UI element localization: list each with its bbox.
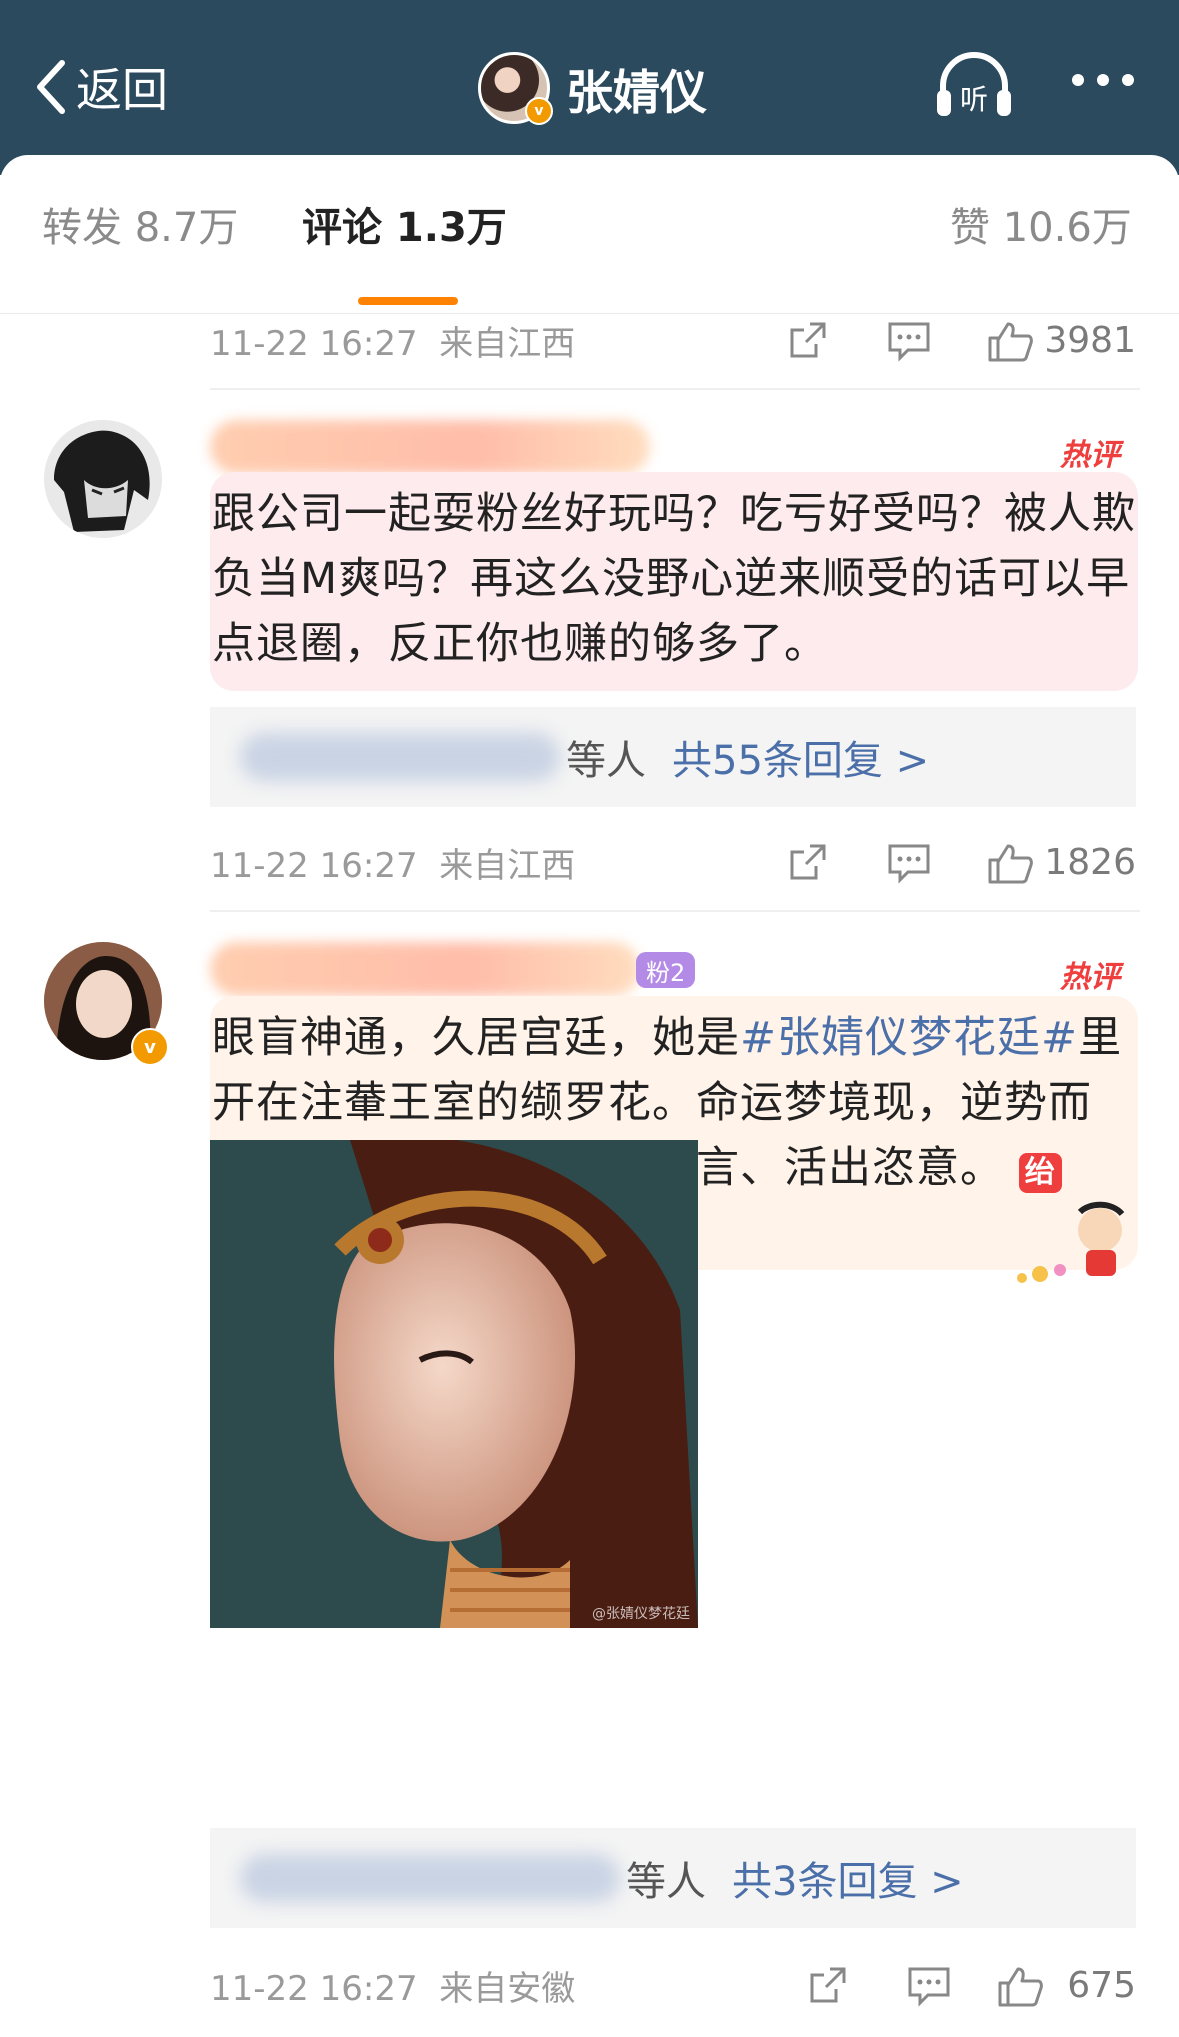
share-icon[interactable] [786, 840, 830, 884]
thumbs-up-icon[interactable] [986, 318, 1034, 364]
hot-comment-badge: 热评 [1060, 960, 1120, 995]
more-dots-icon [1072, 74, 1134, 86]
sticker-emoji: 绐 [1018, 1153, 1062, 1193]
like-count: 675 [1067, 1964, 1136, 2006]
thumbs-up-icon[interactable] [996, 1963, 1044, 2009]
tab-bar: 转发 8.7万 评论 1.3万 赞 10.6万 [0, 185, 1179, 314]
avatar[interactable]: v [478, 52, 553, 125]
user-name: 张婧仪 [566, 65, 707, 121]
avatar[interactable] [44, 420, 162, 538]
more-button[interactable] [1070, 72, 1136, 92]
comment-icon[interactable] [906, 1963, 952, 2007]
reply-summary[interactable]: 等人 共55条回复 > [210, 707, 1136, 807]
reply-suffix: 等人 [566, 738, 646, 784]
verified-badge: v [131, 1028, 169, 1066]
headphones-icon: 听 [937, 52, 1011, 116]
reply-summary[interactable]: 等人 共3条回复 > [210, 1828, 1136, 1928]
like-count: 3981 [1044, 319, 1136, 361]
listen-button[interactable]: 听 [935, 52, 1013, 122]
hashtag-link[interactable]: #张婧仪梦花廷# [740, 1013, 1078, 1063]
view-replies-link[interactable]: 共3条回复 > [732, 1849, 964, 1907]
back-button[interactable]: 返回 [34, 52, 168, 122]
cartoon-decoration-icon [1017, 1201, 1125, 1283]
avatar-image [44, 420, 162, 538]
view-replies-link[interactable]: 共55条回复 > [672, 728, 929, 786]
divider [210, 910, 1140, 912]
top-bar: 返回 v 张婧仪 听 [0, 0, 1179, 175]
fan-level-badge: 粉2 [636, 952, 696, 988]
share-icon[interactable] [806, 1963, 850, 2007]
thumbs-up-icon[interactable] [986, 840, 1034, 886]
comment-meta: 11-22 16:27 来自江西 1826 [210, 832, 1140, 892]
comment-icon[interactable] [886, 840, 932, 884]
tab-comments[interactable]: 评论 1.3万 [302, 195, 507, 253]
comment-meta: 11-22 16:27 来自江西 3981 [210, 310, 1140, 370]
comment-meta: 11-22 16:27 来自安徽 675 [210, 1955, 1140, 2015]
listen-label: 听 [960, 83, 988, 116]
back-label: 返回 [76, 63, 168, 117]
comment-time: 11-22 16:27 来自安徽 [210, 1968, 576, 2009]
replier-name [240, 1854, 620, 1902]
reply-suffix: 等人 [626, 1859, 706, 1905]
like-count: 1826 [1044, 841, 1136, 883]
comment-time: 11-22 16:27 来自江西 [210, 845, 576, 886]
verified-badge: v [525, 97, 553, 125]
tab-reposts[interactable]: 转发 8.7万 [42, 195, 238, 253]
comment-icon[interactable] [886, 318, 932, 362]
active-tab-indicator [358, 297, 458, 305]
share-icon[interactable] [786, 318, 830, 362]
portrait-image: @张婧仪梦花廷 [210, 1140, 698, 1628]
tab-likes[interactable]: 赞 10.6万 [950, 195, 1132, 253]
comment-text: 跟公司一起耍粉丝好玩吗？吃亏好受吗？被人欺负当M爽吗？再这么没野心逆来顺受的话可… [210, 472, 1138, 691]
comment-time: 11-22 16:27 来自江西 [210, 323, 576, 364]
comment-image[interactable]: @张婧仪梦花廷 [210, 1140, 698, 1628]
hot-comment-badge: 热评 [1060, 438, 1120, 473]
commenter-name[interactable] [210, 420, 650, 474]
replier-name [240, 733, 560, 781]
commenter-name[interactable] [210, 942, 640, 996]
chevron-left-icon [37, 60, 65, 114]
image-watermark: @张婧仪梦花廷 [592, 1606, 690, 1622]
profile-title[interactable]: v 张婧仪 [478, 46, 707, 130]
divider [210, 388, 1140, 390]
